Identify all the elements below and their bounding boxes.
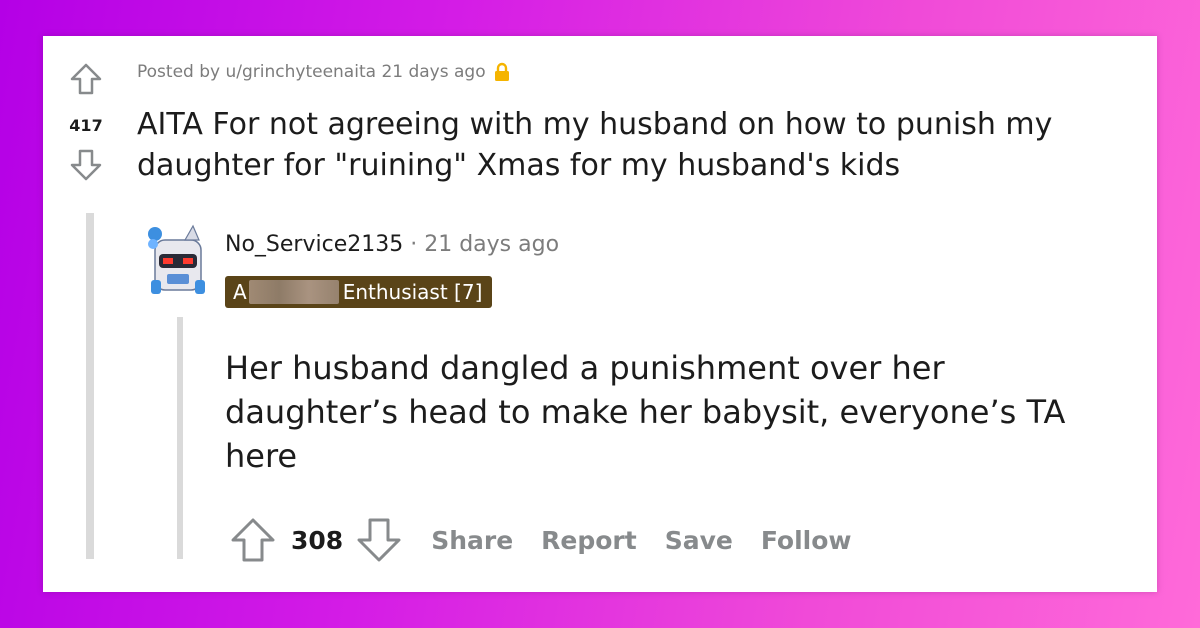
comment-meta: No_Service2135 · 21 days ago bbox=[225, 232, 559, 257]
post-time: 21 days ago bbox=[381, 62, 486, 82]
comment-body: Her husband dangled a punishment over he… bbox=[225, 349, 1066, 475]
post-author-link[interactable]: u/grinchyteenaita bbox=[225, 62, 376, 82]
share-button[interactable]: Share bbox=[431, 526, 513, 555]
user-avatar[interactable] bbox=[145, 220, 211, 298]
meta-separator: · bbox=[410, 232, 418, 257]
comment-downvote-icon[interactable] bbox=[355, 516, 403, 564]
upvote-icon[interactable] bbox=[69, 62, 103, 96]
comment-thread-line[interactable] bbox=[177, 317, 183, 559]
thread-line[interactable] bbox=[86, 213, 94, 559]
comment-actions: 308 Share Report Save Follow bbox=[229, 514, 852, 566]
post-card: 417 Posted by u/grinchyteenaita 21 days … bbox=[43, 36, 1157, 592]
downvote-icon[interactable] bbox=[69, 148, 103, 182]
post-meta: Posted by u/grinchyteenaita 21 days ago bbox=[137, 62, 510, 82]
save-button[interactable]: Save bbox=[665, 526, 733, 555]
post-vote-count: 417 bbox=[69, 116, 103, 135]
follow-button[interactable]: Follow bbox=[761, 526, 852, 555]
post-title[interactable]: AITA For not agreeing with my husband on… bbox=[137, 104, 1147, 186]
flair-redacted-blur bbox=[248, 280, 339, 304]
comment-time: 21 days ago bbox=[424, 232, 560, 257]
user-flair: A Enthusiast [7] bbox=[225, 276, 493, 308]
lock-icon bbox=[494, 62, 509, 81]
post-vote-column: 417 bbox=[65, 62, 107, 192]
report-button[interactable]: Report bbox=[541, 526, 637, 555]
comment-score: 308 bbox=[291, 525, 344, 555]
flair-suffix: Enthusiast [7] bbox=[342, 280, 483, 304]
comment-upvote-icon[interactable] bbox=[229, 516, 277, 564]
flair-prefix: A bbox=[233, 280, 247, 304]
posted-by-label: Posted by bbox=[137, 62, 221, 82]
comment-username[interactable]: No_Service2135 bbox=[225, 232, 403, 257]
